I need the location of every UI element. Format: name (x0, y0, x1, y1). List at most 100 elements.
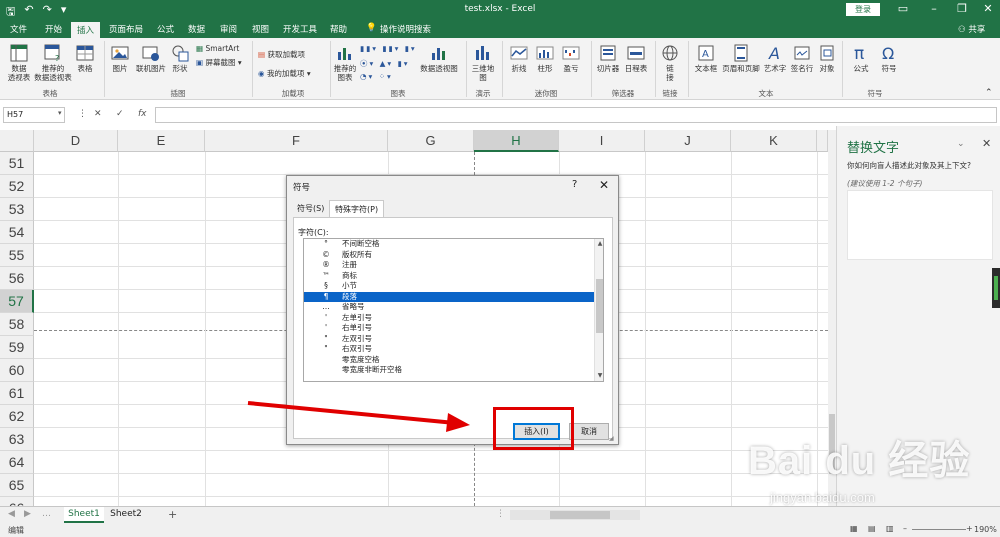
next-sheet-icon[interactable]: ▶ (24, 509, 31, 519)
wordart-button[interactable]: A 艺术字 (762, 44, 788, 73)
horizontal-scroll-thumb[interactable] (550, 511, 610, 519)
online-pictures-button[interactable]: 联机图片 (134, 44, 168, 73)
zoom-slider[interactable] (912, 529, 966, 530)
row-header-60[interactable]: 60 (0, 359, 34, 382)
restore-icon[interactable]: ❐ (952, 2, 972, 15)
row-header-62[interactable]: 62 (0, 405, 34, 428)
pivottable-button[interactable]: 数据 透视表 (4, 44, 34, 82)
list-item[interactable]: ' 右单引号 (304, 323, 594, 334)
list-item[interactable]: 零宽度非断开空格 (304, 365, 594, 376)
tab-developer[interactable]: 开发工具 (283, 23, 317, 35)
list-item[interactable]: … 省略号 (304, 302, 594, 313)
normal-view-icon[interactable]: ▦ (850, 524, 858, 533)
close-window-icon[interactable]: ✕ (978, 2, 998, 15)
alt-text-input[interactable] (847, 190, 993, 260)
shapes-button[interactable]: 形状 (168, 44, 192, 73)
symbol-button[interactable]: Ω 符号 (876, 44, 902, 73)
column-header-k[interactable]: K (731, 130, 817, 152)
tab-special-characters[interactable]: 特殊字符(P) (329, 200, 385, 218)
special-characters-list[interactable]: ° 不间断空格 © 版权所有 ® 注册 ™ 商标 § 小节 ¶ 段落 … 省略号 ' 左单引号 … (303, 238, 604, 382)
3d-map-button[interactable]: 三维地 图 (470, 44, 496, 82)
side-panel-handle[interactable] (992, 268, 1000, 308)
row-header-65[interactable]: 65 (0, 474, 34, 497)
sparkline-line-button[interactable]: 折线 (508, 44, 530, 73)
sparkline-winloss-button[interactable]: 盈亏 (560, 44, 582, 73)
tab-formulas[interactable]: 公式 (157, 23, 174, 35)
tab-symbols[interactable]: 符号(S) (297, 203, 324, 214)
slicer-button[interactable]: 切片器 (595, 44, 621, 73)
name-box-dropdown-icon[interactable]: ▾ (58, 109, 62, 117)
zoom-out-icon[interactable]: – (903, 524, 907, 533)
column-header-j[interactable]: J (645, 130, 731, 152)
sheet-tab-sheet1[interactable]: Sheet1 (64, 507, 104, 523)
tab-file[interactable]: 文件 (10, 23, 27, 35)
zoom-level[interactable]: 190% (974, 525, 997, 534)
dialog-close-button[interactable]: ✕ (599, 178, 609, 192)
row-header-63[interactable]: 63 (0, 428, 34, 451)
column-header-h[interactable]: H (474, 130, 559, 152)
cancel-icon[interactable]: ✕ (94, 109, 102, 119)
row-header-52[interactable]: 52 (0, 175, 34, 198)
row-header-51[interactable]: 51 (0, 152, 34, 175)
horizontal-scrollbar[interactable] (510, 510, 640, 520)
timeline-button[interactable]: 日程表 (623, 44, 649, 73)
pane-close-icon[interactable]: ✕ (982, 137, 991, 150)
smartart-button[interactable]: ▦ SmartArt (196, 44, 239, 53)
recommended-charts-button[interactable]: 推荐的 图表 (333, 44, 357, 82)
row-header-57[interactable]: 57 (0, 290, 34, 313)
insert-function-icon[interactable]: fx (138, 109, 147, 119)
signature-line-button[interactable]: 签名行 (788, 44, 816, 73)
sheet-menu-icon[interactable]: … (42, 509, 51, 519)
sheet-tab-sheet2[interactable]: Sheet2 (106, 507, 146, 523)
recommended-pivottables-button[interactable]: ? 推荐的 数据透视表 (34, 44, 72, 82)
column-header-f[interactable]: F (205, 130, 388, 152)
row-header-64[interactable]: 64 (0, 451, 34, 474)
add-sheet-icon[interactable]: + (168, 508, 177, 521)
list-item[interactable]: § 小节 (304, 281, 594, 292)
row-header-53[interactable]: 53 (0, 198, 34, 221)
list-item[interactable]: " 右双引号 (304, 344, 594, 355)
row-header-55[interactable]: 55 (0, 244, 34, 267)
page-break-view-icon[interactable]: ▥ (886, 524, 894, 533)
share-button[interactable]: ⚇ 共享 (958, 23, 985, 35)
list-scrollbar[interactable]: ▲ ▼ (594, 239, 603, 381)
prev-sheet-icon[interactable]: ◀ (8, 509, 15, 519)
sparkline-column-button[interactable]: 柱形 (534, 44, 556, 73)
resize-grip-icon[interactable]: ◢ (609, 435, 614, 442)
minimize-icon[interactable]: – (924, 2, 944, 15)
pivotchart-button[interactable]: 数据透视图 (418, 44, 460, 73)
select-all-corner[interactable] (0, 130, 34, 152)
tab-data[interactable]: 数据 (188, 23, 205, 35)
list-item[interactable]: ™ 商标 (304, 271, 594, 282)
row-header-54[interactable]: 54 (0, 221, 34, 244)
dialog-help-button[interactable]: ? (572, 179, 577, 190)
pane-options-icon[interactable]: ⌄ (957, 139, 965, 149)
row-header-58[interactable]: 58 (0, 313, 34, 336)
list-item[interactable]: 零宽度空格 (304, 355, 594, 366)
column-header-i[interactable]: I (559, 130, 645, 152)
chart-type-icons-row3[interactable]: ◔▾ ⁘▾ (360, 72, 393, 81)
list-item[interactable]: ' 左单引号 (304, 313, 594, 324)
column-header-d[interactable]: D (34, 130, 118, 152)
tab-home[interactable]: 开始 (45, 23, 62, 35)
list-item-selected[interactable]: ¶ 段落 (304, 291, 594, 302)
zoom-in-icon[interactable]: + (966, 524, 973, 533)
list-item[interactable]: ° 不间断空格 (304, 239, 594, 250)
column-header-e[interactable]: E (118, 130, 205, 152)
ribbon-display-options-icon[interactable]: ▭ (893, 2, 913, 15)
textbox-button[interactable]: A 文本框 (692, 44, 720, 73)
formula-input[interactable] (155, 107, 997, 123)
enter-icon[interactable]: ✓ (116, 109, 124, 119)
header-footer-button[interactable]: 页眉和页脚 (720, 44, 762, 73)
table-button[interactable]: 表格 (74, 44, 96, 73)
pictures-button[interactable]: 图片 (108, 44, 132, 73)
chart-type-icons-row2[interactable]: ⦿▾ ▲▾ ▮▾ (360, 58, 409, 69)
row-header-61[interactable]: 61 (0, 382, 34, 405)
tab-review[interactable]: 审阅 (220, 23, 237, 35)
tab-page-layout[interactable]: 页面布局 (109, 23, 143, 35)
collapse-ribbon-icon[interactable]: ⌃ (985, 88, 993, 98)
name-box[interactable]: H57 (3, 107, 65, 123)
login-button[interactable]: 登录 (846, 3, 880, 16)
list-item[interactable]: ® 注册 (304, 260, 594, 271)
list-item[interactable]: " 左双引号 (304, 334, 594, 345)
